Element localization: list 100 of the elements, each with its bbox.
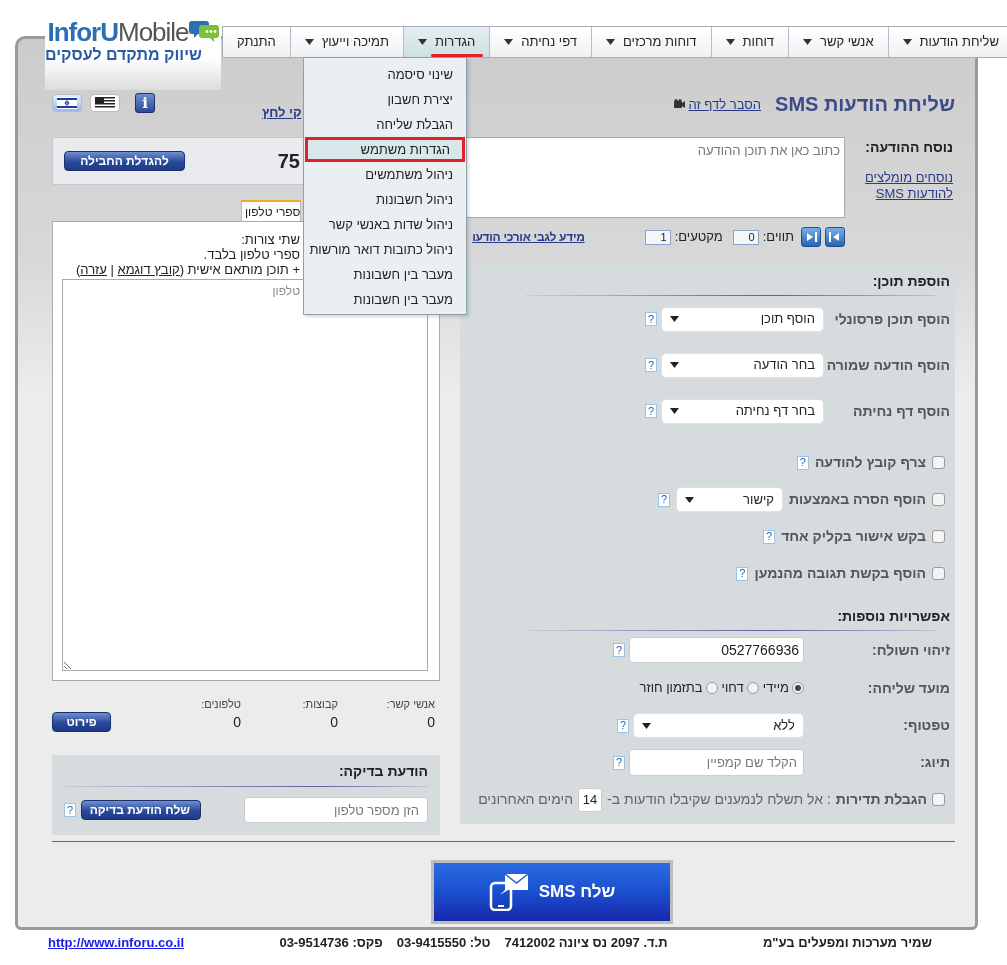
campaign-tag-field[interactable]: הקלד שם קמפיין: [629, 749, 804, 776]
radio-option[interactable]: דחוי: [721, 678, 759, 698]
send-test-button[interactable]: שלח הודעת בדיקה: [81, 800, 201, 820]
phonebook-tab[interactable]: ספרי טלפון: [241, 200, 301, 221]
arrow-right-bar-icon: [804, 231, 818, 243]
dropdown[interactable]: הוסף תוכן: [661, 306, 824, 332]
menu-item[interactable]: שינוי סיסמה: [305, 62, 465, 87]
dropdown[interactable]: בחר דף נחיתה: [661, 398, 824, 424]
help-icon[interactable]: ?: [645, 404, 657, 418]
radio-option[interactable]: מיידי: [762, 678, 804, 698]
dropdown[interactable]: ללא: [633, 713, 804, 738]
text-direction-button[interactable]: [825, 227, 845, 247]
menu-item[interactable]: הגבלת שליחה: [305, 112, 465, 137]
stat-label: טלפונים:: [200, 696, 241, 712]
section-heading: הוספת תוכן:: [871, 271, 950, 291]
active-underline: [431, 54, 484, 57]
menu-item[interactable]: הגדרות משתמש: [305, 137, 465, 162]
counter-label: מקטעים:: [674, 228, 723, 247]
stat-value: 0: [329, 713, 338, 732]
us-flag-icon: [95, 97, 115, 109]
menu-item[interactable]: ניהול שדות באנשי קשר: [305, 212, 465, 237]
checkbox-label: הגבלת תדירות: [835, 790, 927, 809]
caret-icon: [642, 722, 651, 729]
help-icon[interactable]: ?: [64, 803, 76, 817]
stat-value: 0: [426, 713, 435, 732]
menu-item[interactable]: ניהול משתמשים: [305, 162, 465, 187]
sample-file-link[interactable]: קובץ דוגמא: [117, 262, 180, 277]
field-label: הוסף דף נחיתה: [851, 401, 950, 421]
help-icon[interactable]: ?: [645, 358, 657, 372]
help-icon[interactable]: ?: [736, 566, 749, 581]
nav-tab[interactable]: התנתק: [223, 27, 290, 57]
checkbox-label: הוסף בקשת תגובה מהנמען: [754, 564, 926, 583]
checkbox[interactable]: [932, 456, 945, 469]
text-direction-button[interactable]: [801, 227, 821, 247]
sender-field[interactable]: 0527766936: [629, 637, 804, 663]
checkbox-label: בקש אישור בקליק אחד: [781, 527, 926, 546]
character-count-field[interactable]: 0: [732, 229, 759, 245]
caret-icon: [670, 408, 679, 414]
page-title: שליחת הודעות SMS: [775, 94, 955, 114]
info-button[interactable]: i: [135, 93, 155, 113]
nav-tab[interactable]: דוחות מרכזים: [590, 27, 711, 57]
credit-balance: 75: [277, 149, 300, 174]
days-field[interactable]: 14: [578, 787, 603, 812]
dropdown[interactable]: קישור: [675, 487, 783, 512]
page-link[interactable]: קי לחץ: [262, 102, 302, 122]
language-button[interactable]: [90, 94, 120, 112]
details-button[interactable]: פירוט: [52, 712, 111, 732]
phone-text: טל: 03-9415550: [396, 934, 491, 953]
nav-tab[interactable]: הגדרות: [403, 27, 490, 57]
message-phone-icon: [488, 873, 529, 911]
phone-number-field[interactable]: הזן מספר טלפון: [244, 797, 428, 823]
nav-tab[interactable]: שליחת הודעות: [887, 27, 1007, 57]
address-text: ת.ד. 2097 נס ציונה 7412002: [504, 934, 668, 953]
help-icon[interactable]: ?: [645, 312, 657, 326]
checkbox[interactable]: [932, 567, 945, 580]
stat-label: קבוצות:: [301, 696, 338, 712]
field-label: זיהוי השולח:: [871, 640, 950, 660]
logo-wordmark: InforUMobile: [47, 19, 189, 45]
dropdown[interactable]: בחר הודעה: [661, 352, 824, 378]
help-icon[interactable]: ?: [796, 455, 809, 470]
field-label: תיוג:: [919, 753, 950, 772]
help-icon[interactable]: ?: [657, 492, 670, 507]
help-text-link[interactable]: עזרה: [80, 262, 107, 277]
limit-text: : אל תשלח לנמענים שקיבלו הודעות ב-: [607, 790, 831, 809]
website-link[interactable]: http://www.inforu.co.il: [48, 933, 184, 953]
message-field[interactable]: כתוב כאן את תוכן ההודעה: [466, 137, 845, 218]
field-label: מועד שליחה:: [866, 678, 950, 698]
stat-label: אנשי קשר:: [385, 696, 435, 712]
help-icon[interactable]: ?: [763, 529, 776, 544]
checkbox[interactable]: [932, 793, 945, 806]
help-icon[interactable]: ?: [617, 718, 629, 733]
caret-icon: [684, 496, 694, 503]
send-sms-button[interactable]: שלח SMS: [431, 860, 673, 924]
menu-item[interactable]: ניהול חשבונות: [305, 187, 465, 212]
limit-suffix: הימים האחרונים: [478, 790, 574, 809]
nav-tab[interactable]: דוחות: [710, 27, 789, 57]
caret-icon: [304, 39, 314, 45]
help-icon[interactable]: ?: [613, 643, 625, 657]
upgrade-package-button[interactable]: להגדלת החבילה: [64, 151, 185, 171]
radio-option[interactable]: בתזמון חוזר: [639, 678, 718, 698]
help-icon[interactable]: ?: [613, 755, 625, 770]
caret-icon: [803, 39, 813, 45]
checkbox[interactable]: [932, 493, 945, 506]
instruction-text: שתי צורות:: [240, 232, 300, 247]
menu-item[interactable]: ניהול כתובות דואר מורשות: [305, 237, 465, 262]
language-button[interactable]: [52, 94, 82, 112]
arrow-left-bar-icon: [828, 231, 842, 243]
segment-count-field[interactable]: 1: [644, 229, 671, 245]
nav-tab[interactable]: אנשי קשר: [788, 27, 888, 57]
checkbox-label: צרף קובץ להודעה: [814, 453, 926, 472]
length-info-link[interactable]: מידע לגבי אורכי הודעו: [472, 228, 585, 246]
caret-icon: [605, 39, 615, 45]
menu-item[interactable]: יצירת חשבון: [305, 87, 465, 112]
israel-flag-icon: [57, 97, 77, 109]
help-link[interactable]: הסבר לדף זה: [671, 94, 762, 114]
field-label: הוסף תוכן פרסונלי: [833, 309, 950, 329]
instruction-text: + תוכן מותאם אישית (קובץ דוגמא | עזרה): [75, 262, 300, 277]
checkbox[interactable]: [932, 530, 945, 543]
templates-link[interactable]: נוסחים מומלצים להודעות SMS: [861, 170, 953, 202]
company-name: שמיר מערכות ומפעלים בע"מ: [762, 934, 933, 953]
